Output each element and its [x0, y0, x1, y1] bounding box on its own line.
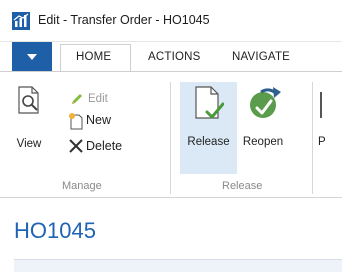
- release-label: Release: [187, 136, 230, 148]
- view-label: View: [16, 138, 42, 150]
- title-bar: Edit - Transfer Order - HO1045: [0, 0, 342, 42]
- next-action-label: P: [318, 136, 326, 148]
- next-action-button[interactable]: P: [316, 84, 342, 172]
- edit-button[interactable]: Edit: [70, 92, 130, 108]
- delete-label: Delete: [86, 139, 123, 153]
- view-button[interactable]: View: [12, 84, 46, 154]
- content-header-bar: [14, 259, 342, 272]
- ribbon-bottom-border: [0, 197, 342, 198]
- reopen-icon: [250, 87, 281, 118]
- ribbon-panel: [0, 71, 342, 200]
- reopen-label: Reopen: [242, 136, 284, 148]
- close-x-icon: [69, 139, 83, 153]
- tab-actions[interactable]: ACTIONS: [148, 51, 201, 63]
- next-action-icon: [320, 92, 322, 118]
- dropdown-triangle-icon: [27, 54, 37, 60]
- reopen-button[interactable]: Reopen: [237, 84, 289, 172]
- manage-group-label: Manage: [62, 180, 102, 192]
- app-menu-button[interactable]: [12, 42, 52, 72]
- new-button[interactable]: New: [68, 112, 130, 130]
- group-separator: [312, 82, 313, 194]
- release-button[interactable]: Release: [180, 84, 237, 172]
- tab-home[interactable]: HOME: [76, 51, 111, 63]
- pencil-icon: [72, 94, 82, 104]
- edit-label: Edit: [88, 93, 108, 105]
- release-group-label: Release: [222, 180, 263, 192]
- app-chart-icon: [12, 12, 30, 30]
- view-document-icon: [18, 86, 39, 114]
- new-document-icon: [69, 113, 83, 130]
- group-separator: [170, 82, 171, 194]
- page-title: HO1045: [14, 218, 96, 243]
- delete-button[interactable]: Delete: [68, 138, 140, 156]
- release-document-icon: [195, 86, 224, 119]
- tab-navigate[interactable]: NAVIGATE: [232, 51, 290, 63]
- new-label: New: [86, 113, 112, 127]
- window-title: Edit - Transfer Order - HO1045: [38, 13, 210, 27]
